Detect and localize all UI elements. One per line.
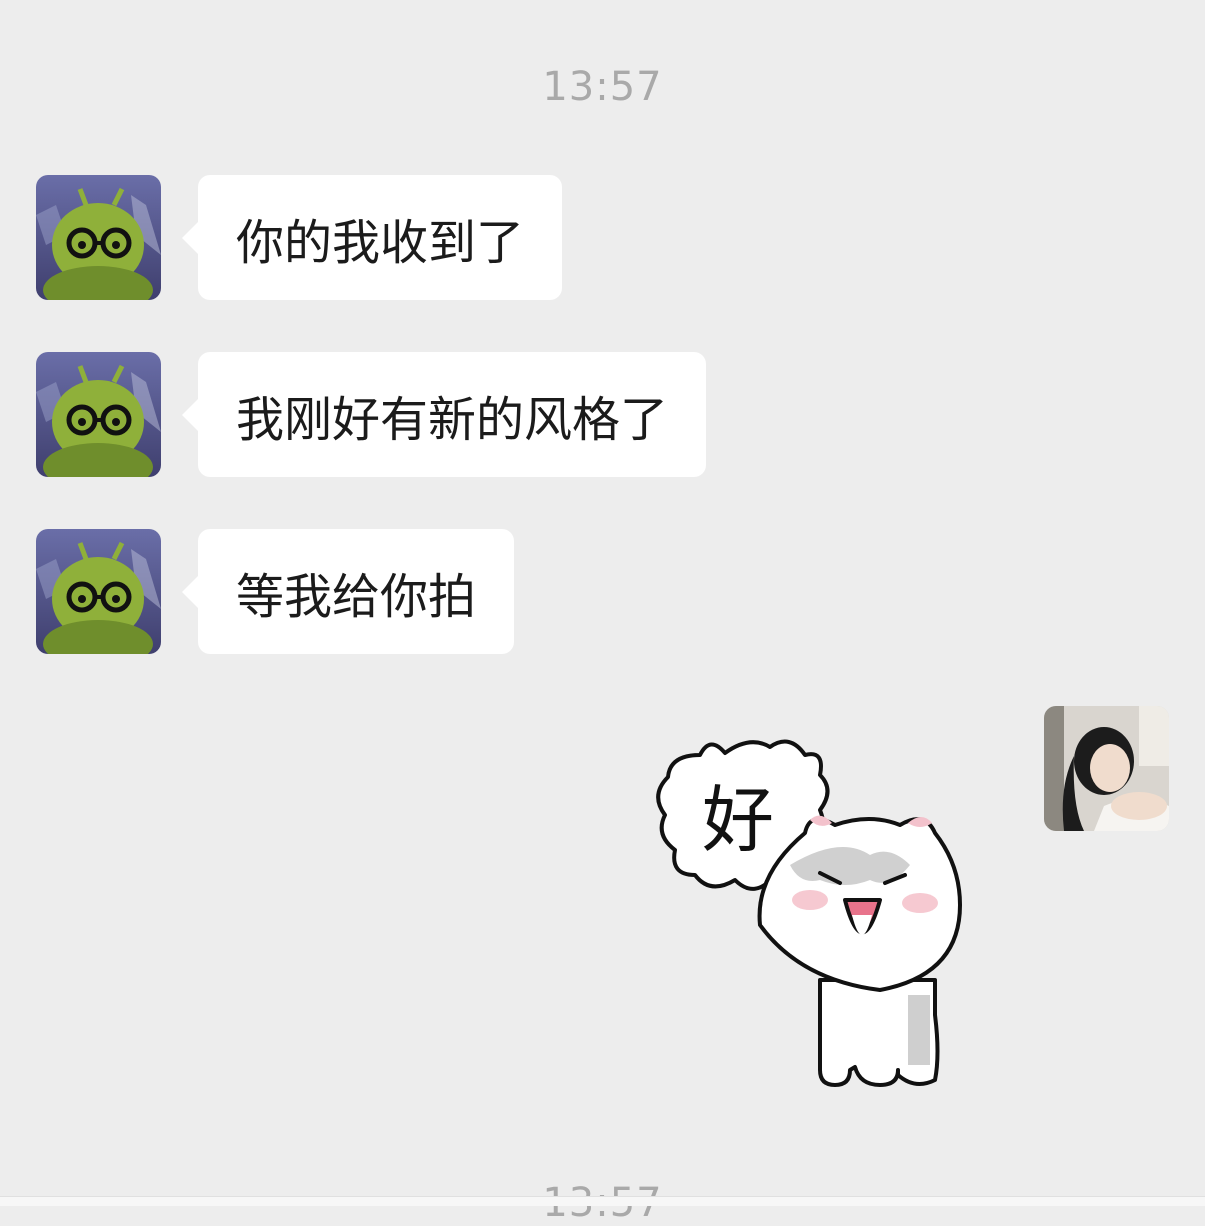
message-bubble[interactable]: 我刚好有新的风格了 [181,352,707,477]
chat-timestamp: 13:57 [542,64,663,110]
message-text: 我刚好有新的风格了 [236,391,669,448]
contact-avatar[interactable] [36,175,161,300]
message-text: 等我给你拍 [236,568,477,625]
self-avatar[interactable] [1044,706,1169,831]
message-bubble[interactable]: 等我给你拍 [181,529,515,654]
cat-sticker-icon[interactable]: 好 [640,715,985,1105]
sticker-text: 好 [702,778,774,862]
message-text: 你的我收到了 [236,214,525,271]
message-bubble[interactable]: 你的我收到了 [181,175,563,300]
contact-avatar[interactable] [36,352,161,477]
contact-avatar[interactable] [36,529,161,654]
